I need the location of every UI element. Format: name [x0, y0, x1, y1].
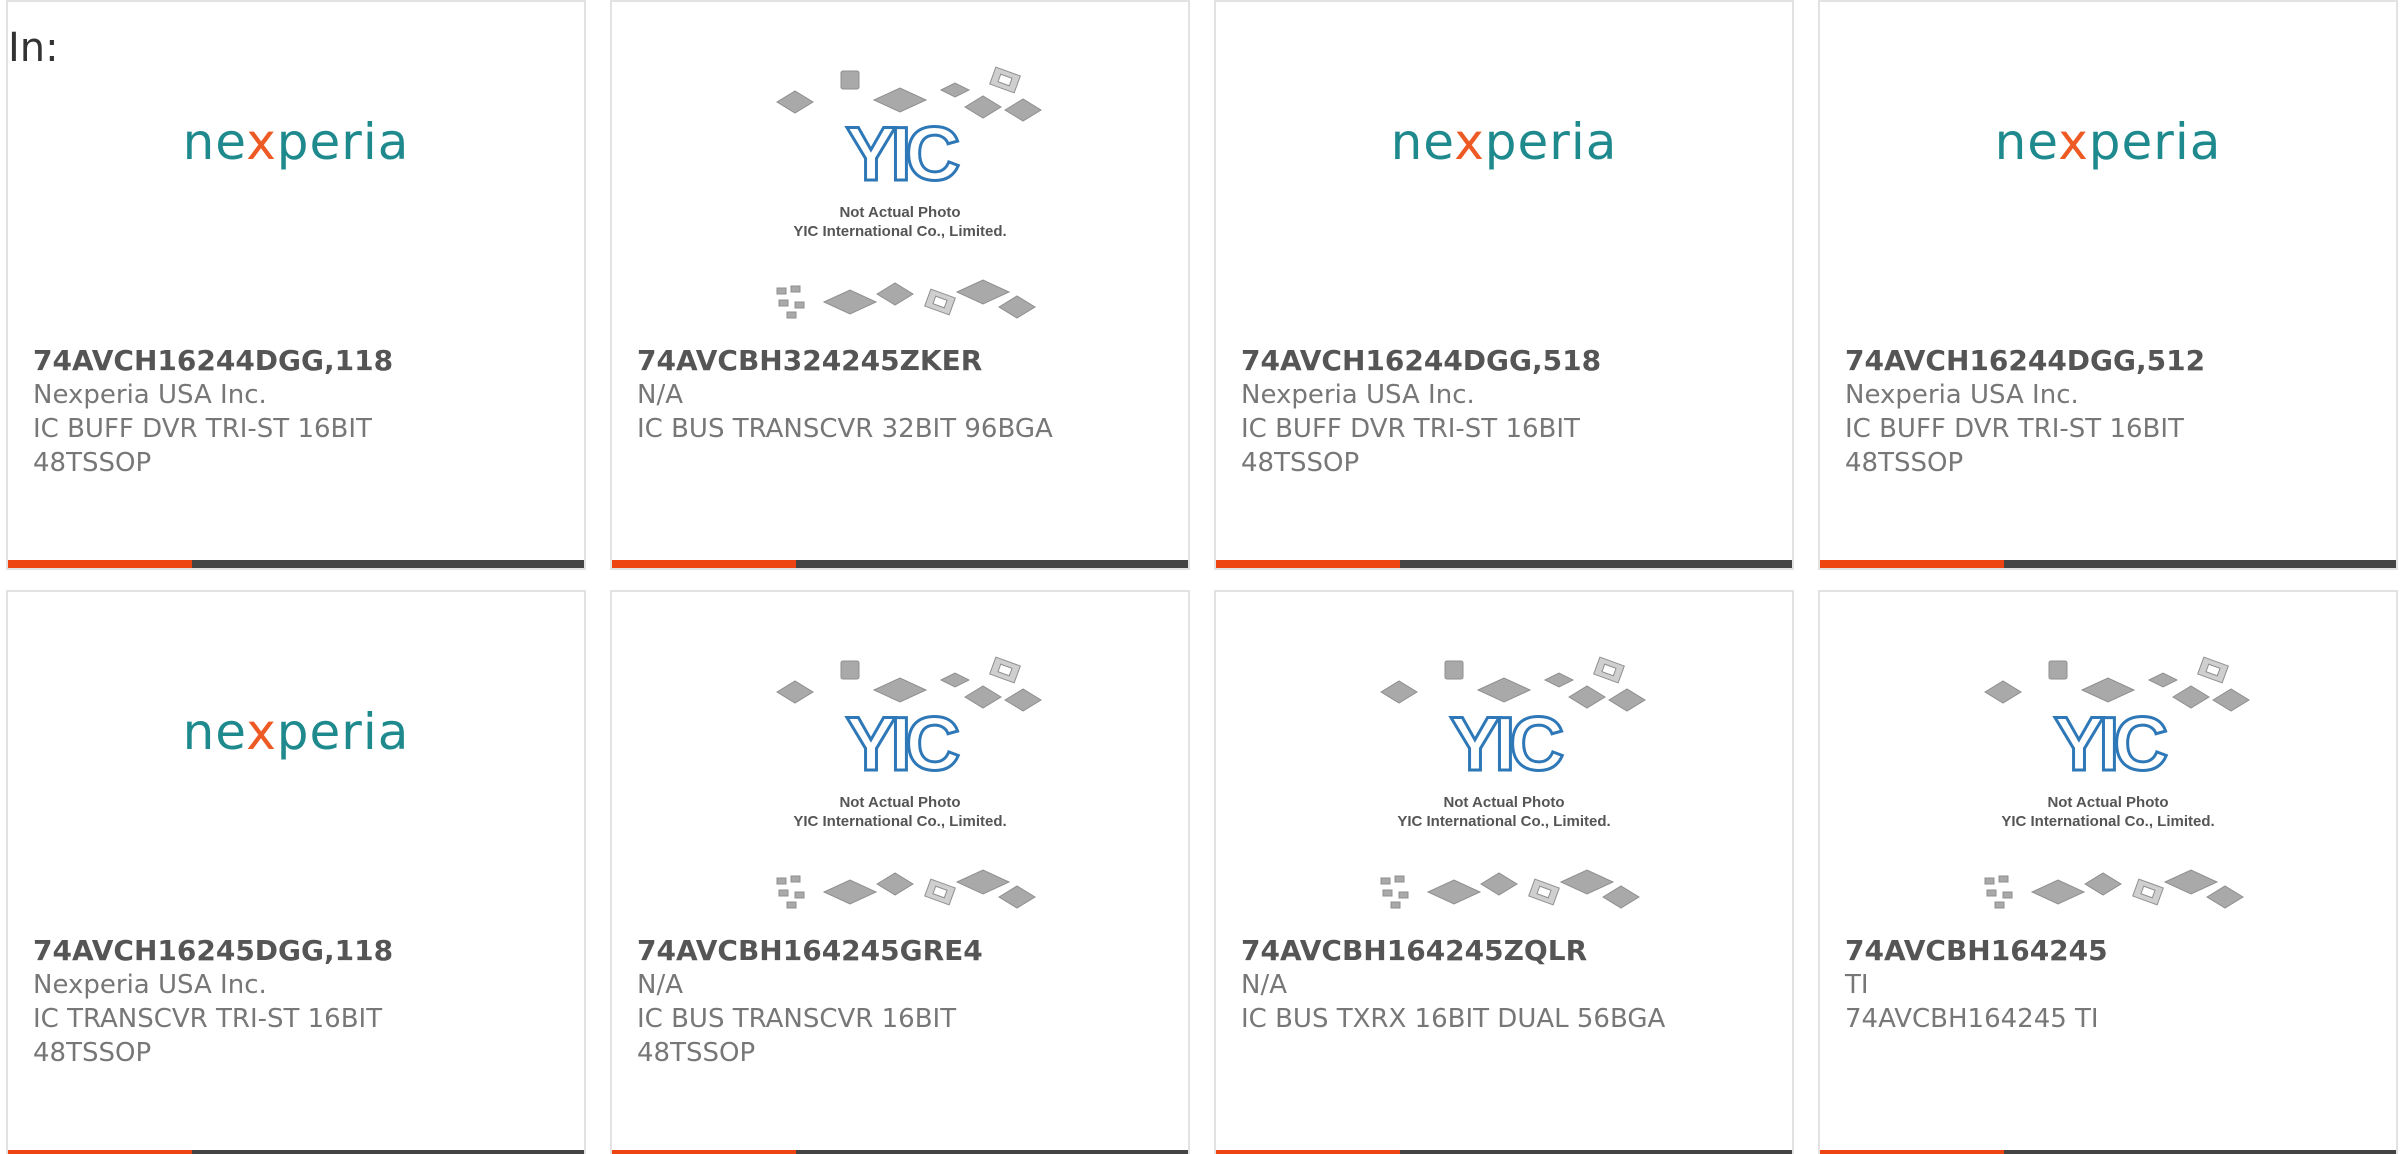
description-line-1: IC BUFF DVR TRI-ST 16BIT: [1241, 414, 1580, 444]
yic-logo-icon: YIC Not Actual Photo YIC International C…: [776, 66, 1042, 319]
card-accent: [1216, 1150, 1400, 1154]
svg-text:Not Actual Photo: Not Actual Photo: [839, 204, 960, 221]
svg-text:YIC International Co., Limited: YIC International Co., Limited.: [1397, 813, 1610, 830]
card-accent: [1820, 560, 2004, 568]
description-line-1: IC BUFF DVR TRI-ST 16BIT: [1845, 414, 2184, 444]
card-bottom-bar: [612, 1150, 1188, 1154]
product-card[interactable]: nexperia 74AVCH16244DGG,512 Nexperia USA…: [1818, 0, 2398, 570]
manufacturer: Nexperia USA Inc.: [33, 970, 267, 1000]
svg-text:YIC: YIC: [1450, 702, 1563, 787]
yic-logo-icon: YIC Not Actual Photo YIC International C…: [776, 656, 1042, 909]
manufacturer: Nexperia USA Inc.: [1845, 380, 2079, 410]
part-number-link[interactable]: 74AVCBH164245: [1845, 934, 2371, 968]
card-accent: [1216, 560, 1400, 568]
part-number-link[interactable]: 74AVCH16244DGG,118: [33, 344, 559, 378]
card-bottom-bar: [8, 1150, 584, 1154]
product-image[interactable]: YIC Not Actual Photo YIC International C…: [612, 62, 1188, 332]
card-bottom-bar: [1216, 1150, 1792, 1154]
product-image[interactable]: YIC Not Actual Photo YIC International C…: [1820, 652, 2396, 922]
description-line-2: 48TSSOP: [33, 448, 152, 478]
product-card[interactable]: YIC Not Actual Photo YIC International C…: [610, 0, 1190, 570]
card-accent: [8, 560, 192, 568]
description-line-2: 48TSSOP: [1845, 448, 1964, 478]
product-card[interactable]: nexperia 74AVCH16244DGG,518 Nexperia USA…: [1214, 0, 1794, 570]
description-line-1: IC BUS TRANSCVR 32BIT 96BGA: [637, 414, 1053, 444]
manufacturer: N/A: [1241, 970, 1287, 1000]
description-line-1: IC BUS TXRX 16BIT DUAL 56BGA: [1241, 1004, 1666, 1034]
svg-text:YIC: YIC: [846, 702, 959, 787]
part-number-link[interactable]: 74AVCH16245DGG,118: [33, 934, 559, 968]
card-accent: [612, 560, 796, 568]
svg-text:Not Actual Photo: Not Actual Photo: [1443, 794, 1564, 811]
svg-text:Not Actual Photo: Not Actual Photo: [839, 794, 960, 811]
svg-text:YIC International Co., Limited: YIC International Co., Limited.: [2001, 813, 2214, 830]
product-card[interactable]: YIC Not Actual Photo YIC International C…: [1214, 590, 1794, 1154]
product-card[interactable]: nexperia 74AVCH16245DGG,118 Nexperia USA…: [6, 590, 586, 1154]
yic-logo-icon: YIC Not Actual Photo YIC International C…: [1380, 656, 1646, 909]
card-bottom-bar: [1216, 560, 1792, 568]
svg-text:YIC International Co., Limited: YIC International Co., Limited.: [793, 813, 1006, 830]
part-number-link[interactable]: 74AVCH16244DGG,512: [1845, 344, 2371, 378]
manufacturer: N/A: [637, 970, 683, 1000]
svg-text:Not Actual Photo: Not Actual Photo: [2047, 794, 2168, 811]
manufacturer: N/A: [637, 380, 683, 410]
card-bottom-bar: [612, 560, 1188, 568]
card-bottom-bar: [8, 560, 584, 568]
nexperia-logo: nexperia: [1390, 113, 1618, 171]
product-grid: nexperia 74AVCH16244DGG,118 Nexperia USA…: [6, 0, 2400, 1154]
nexperia-logo: nexperia: [182, 113, 410, 171]
part-number-link[interactable]: 74AVCBH164245ZQLR: [1241, 934, 1767, 968]
card-bottom-bar: [1820, 1150, 2396, 1154]
card-accent: [8, 1150, 192, 1154]
nexperia-logo: nexperia: [182, 703, 410, 761]
card-accent: [612, 1150, 796, 1154]
description-line-2: 48TSSOP: [1241, 448, 1360, 478]
yic-placeholder-image: YIC Not Actual Photo YIC International C…: [1963, 652, 2253, 922]
description-line-1: IC BUS TRANSCVR 16BIT: [637, 1004, 957, 1034]
product-image[interactable]: nexperia: [1820, 62, 2396, 332]
yic-logo-icon: YIC Not Actual Photo YIC International C…: [1984, 656, 2250, 909]
part-number-link[interactable]: 74AVCBH164245GRE4: [637, 934, 1163, 968]
svg-text:YIC: YIC: [846, 112, 959, 197]
product-card[interactable]: YIC Not Actual Photo YIC International C…: [610, 590, 1190, 1154]
yic-placeholder-image: YIC Not Actual Photo YIC International C…: [1359, 652, 1649, 922]
product-image[interactable]: nexperia: [8, 652, 584, 922]
manufacturer: TI: [1845, 970, 1869, 1000]
manufacturer: Nexperia USA Inc.: [1241, 380, 1475, 410]
product-card[interactable]: nexperia 74AVCH16244DGG,118 Nexperia USA…: [6, 0, 586, 570]
nexperia-logo: nexperia: [1994, 113, 2222, 171]
description-line-2: 48TSSOP: [33, 1038, 152, 1068]
product-image[interactable]: nexperia: [8, 62, 584, 332]
manufacturer: Nexperia USA Inc.: [33, 380, 267, 410]
description-line-1: IC TRANSCVR TRI-ST 16BIT: [33, 1004, 383, 1034]
yic-placeholder-image: YIC Not Actual Photo YIC International C…: [755, 652, 1045, 922]
card-bottom-bar: [1820, 560, 2396, 568]
product-image[interactable]: YIC Not Actual Photo YIC International C…: [1216, 652, 1792, 922]
product-image[interactable]: YIC Not Actual Photo YIC International C…: [612, 652, 1188, 922]
product-image[interactable]: nexperia: [1216, 62, 1792, 332]
card-accent: [1820, 1150, 2004, 1154]
part-number-link[interactable]: 74AVCBH324245ZKER: [637, 344, 1163, 378]
svg-text:YIC: YIC: [2054, 702, 2167, 787]
product-card[interactable]: YIC Not Actual Photo YIC International C…: [1818, 590, 2398, 1154]
description-line-2: 48TSSOP: [637, 1038, 756, 1068]
description-line-1: IC BUFF DVR TRI-ST 16BIT: [33, 414, 372, 444]
svg-text:YIC International Co., Limited: YIC International Co., Limited.: [793, 223, 1006, 240]
in-label: In:: [8, 25, 59, 71]
part-number-link[interactable]: 74AVCH16244DGG,518: [1241, 344, 1767, 378]
yic-placeholder-image: YIC Not Actual Photo YIC International C…: [755, 62, 1045, 332]
description-line-1: 74AVCBH164245 TI: [1845, 1004, 2099, 1034]
product-grid-page: nexperia 74AVCH16244DGG,118 Nexperia USA…: [0, 0, 2400, 1154]
